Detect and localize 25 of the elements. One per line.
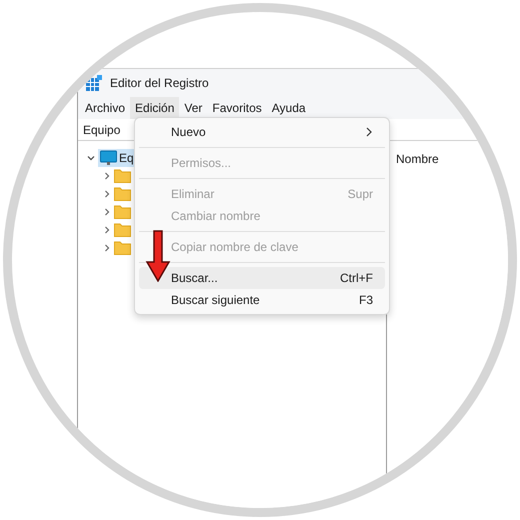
arrow-icon: [145, 230, 171, 282]
menu-item[interactable]: Favoritos: [207, 97, 267, 119]
menu-item[interactable]: Buscar siguiente F3: [139, 289, 385, 311]
menu-item[interactable]: Archivo: [80, 97, 130, 119]
menu-item[interactable]: Edición: [130, 97, 180, 119]
chevron-down-icon[interactable]: [86, 153, 96, 163]
folder-icon: [114, 187, 131, 201]
folder-icon: [114, 241, 131, 255]
menu-item[interactable]: Ayuda: [266, 97, 311, 119]
chevron-right-icon[interactable]: [102, 189, 112, 199]
column-header[interactable]: Nombre: [396, 152, 439, 166]
tree-item[interactable]: Eq: [98, 149, 136, 167]
folder-icon: [114, 223, 131, 237]
menu-item[interactable]: Buscar... Ctrl+F: [139, 267, 385, 289]
chevron-right-icon[interactable]: [102, 207, 112, 217]
menu-item[interactable]: Nuevo: [139, 121, 385, 143]
registry-icon: [86, 75, 102, 91]
menu-item[interactable]: Ver: [179, 97, 208, 119]
window-title: Editor del Registro: [110, 75, 209, 92]
chevron-right-icon[interactable]: [102, 171, 112, 181]
chevron-right-icon[interactable]: [102, 243, 112, 253]
chevron-right-icon[interactable]: [102, 225, 112, 235]
folder-icon: [114, 205, 131, 219]
folder-icon: [114, 169, 131, 183]
computer-icon: [100, 150, 117, 166]
